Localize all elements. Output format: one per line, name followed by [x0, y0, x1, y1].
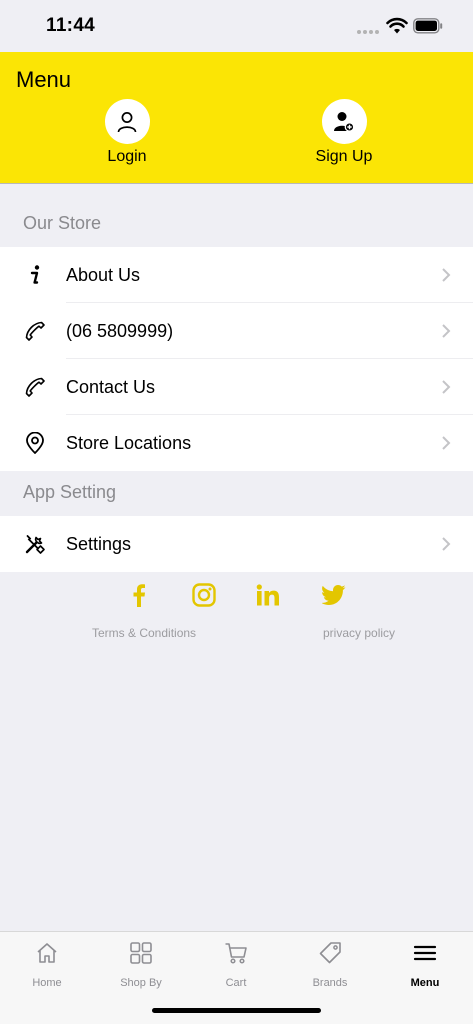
menu-item-about-us[interactable]: About Us: [0, 247, 473, 303]
home-icon: [34, 940, 60, 966]
menu-item-settings[interactable]: Settings: [0, 516, 473, 572]
section-title-our-store: Our Store: [23, 213, 102, 233]
chevron-right-icon: [442, 324, 451, 338]
menu-item-label: Contact Us: [66, 376, 156, 397]
signal-icon: [357, 30, 381, 34]
instagram-icon[interactable]: [191, 582, 217, 608]
privacy-policy-link[interactable]: privacy policy: [323, 626, 395, 640]
grid-icon: [128, 940, 154, 966]
chevron-right-icon: [442, 380, 451, 394]
tab-brands[interactable]: Brands: [290, 940, 370, 992]
menu-header: Menu Login Sign Up: [0, 52, 473, 184]
chevron-right-icon: [442, 436, 451, 450]
facebook-icon[interactable]: [126, 582, 152, 608]
menu-item-label: About Us: [66, 264, 141, 285]
menu-item-phone[interactable]: (06 5809999): [0, 303, 473, 359]
info-icon: [24, 264, 46, 286]
menu-item-label: Store Locations: [66, 432, 192, 453]
phone-icon: [24, 320, 46, 342]
menu-icon: [412, 940, 438, 966]
status-bar: 11:44: [0, 0, 473, 52]
menu-item-contact-us[interactable]: Contact Us: [0, 359, 473, 415]
tab-menu[interactable]: Menu: [385, 940, 465, 992]
sign-up-button[interactable]: Sign Up: [284, 99, 404, 169]
battery-icon: [413, 18, 443, 34]
social-links: [0, 582, 473, 612]
user-icon: [104, 99, 150, 144]
chevron-right-icon: [442, 537, 451, 551]
wifi-icon: [386, 17, 408, 34]
tag-icon: [317, 940, 343, 966]
twitter-icon[interactable]: [321, 582, 347, 608]
add-user-icon: [321, 99, 367, 144]
tab-label: Shop By: [120, 977, 162, 989]
menu-item-label: Settings: [66, 533, 132, 554]
login-button[interactable]: Login: [67, 99, 187, 169]
menu-item-store-locations[interactable]: Store Locations: [0, 415, 473, 471]
linkedin-icon[interactable]: [255, 582, 281, 608]
tab-shop-by[interactable]: Shop By: [101, 940, 181, 992]
menu-item-label: (06 5809999): [66, 320, 174, 341]
tab-label: Menu: [410, 977, 440, 989]
chevron-right-icon: [442, 268, 451, 282]
tools-icon: [24, 533, 46, 555]
login-label: Login: [107, 148, 147, 165]
tab-label: Home: [32, 977, 62, 989]
tab-home[interactable]: Home: [7, 940, 87, 992]
status-time: 11:44: [46, 15, 96, 36]
terms-link[interactable]: Terms & Conditions: [92, 626, 196, 640]
sign-up-label: Sign Up: [315, 148, 373, 165]
settings-menu-group: Settings: [0, 516, 473, 572]
page-title: Menu: [16, 67, 72, 92]
section-title-app-setting: App Setting: [23, 482, 117, 502]
tab-cart[interactable]: Cart: [196, 940, 276, 992]
home-indicator: [152, 1008, 321, 1013]
tab-label: Brands: [312, 977, 348, 989]
phone-icon: [24, 376, 46, 398]
tab-label: Cart: [225, 977, 247, 989]
store-menu-group: About Us (06 5809999) Contact Us Store L…: [0, 247, 473, 471]
cart-icon: [223, 940, 249, 966]
location-pin-icon: [24, 432, 46, 454]
